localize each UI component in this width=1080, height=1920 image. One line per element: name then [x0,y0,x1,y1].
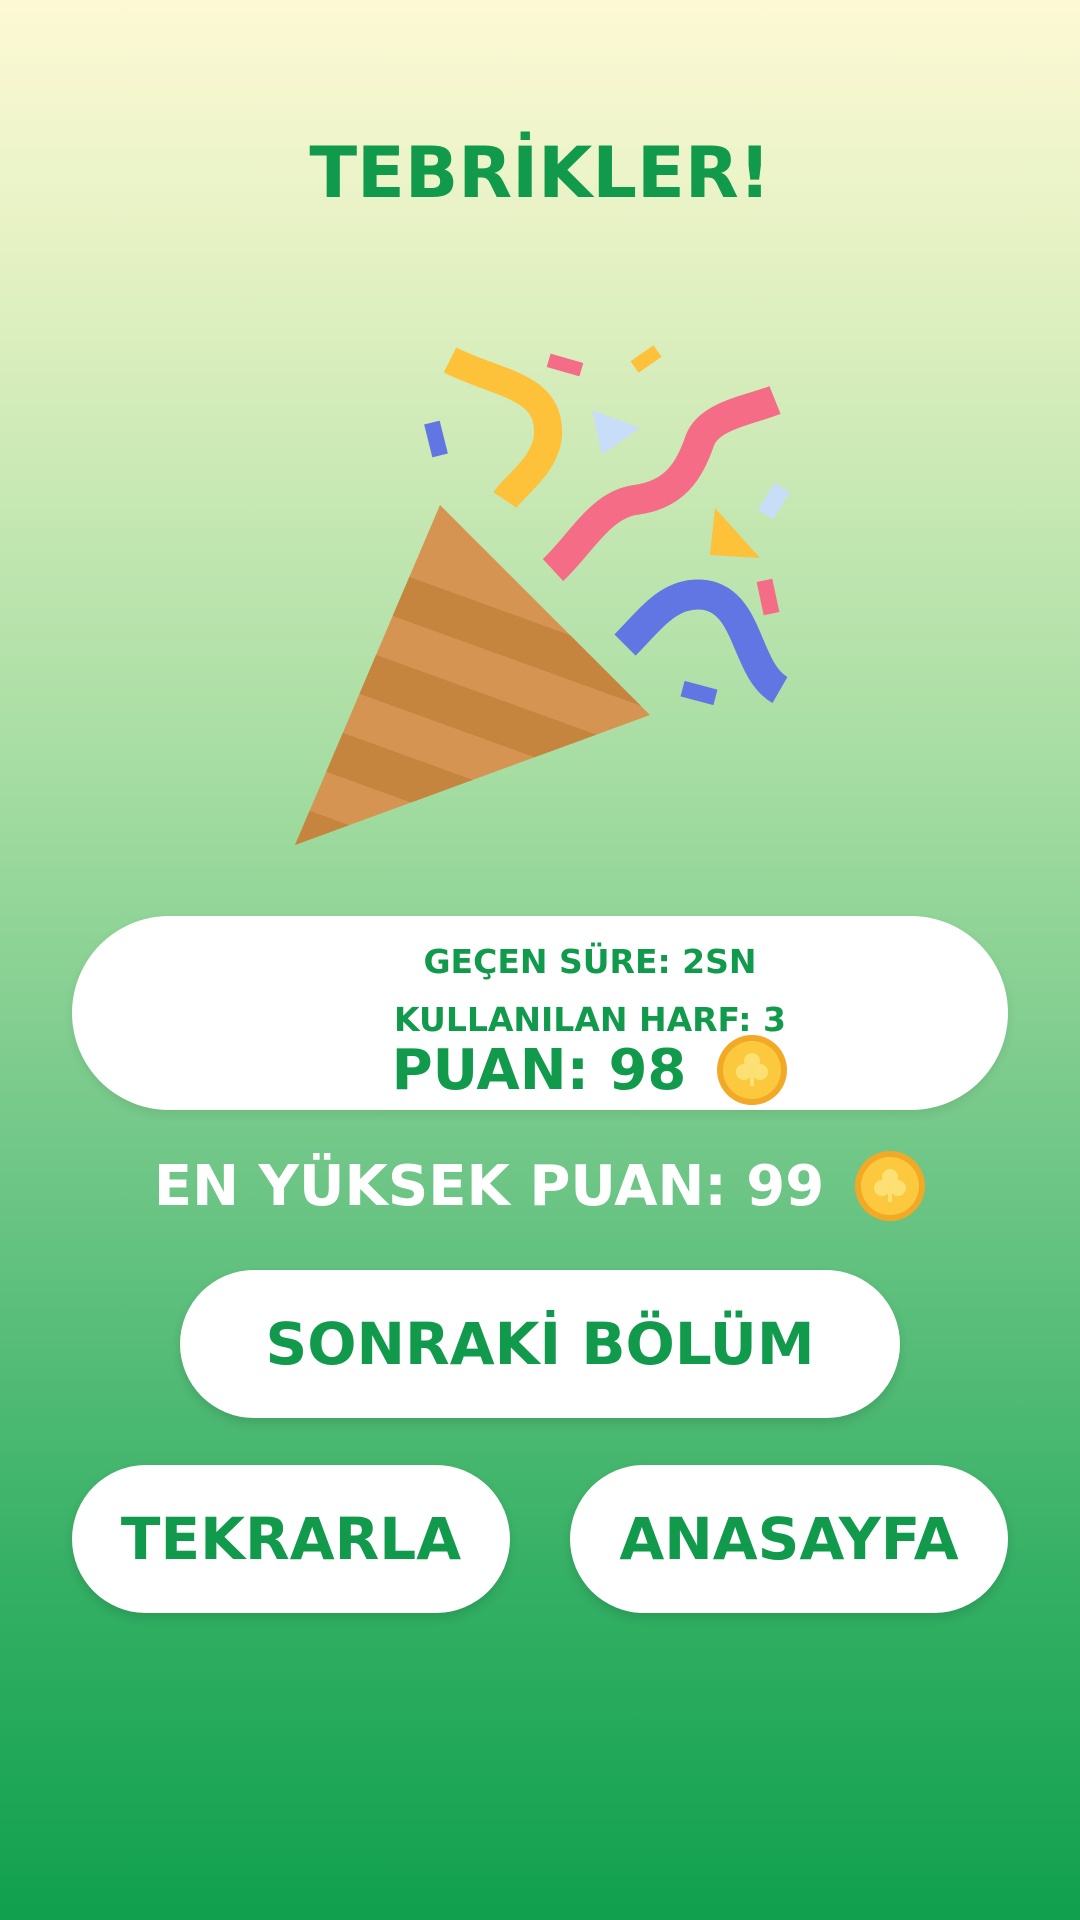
page-title: TEBRİKLER! [309,132,771,214]
high-score-row: EN YÜKSEK PUAN: 99 [0,1150,1080,1222]
score-row: PUAN: 98 [72,1034,1008,1106]
score-value: PUAN: 98 [391,1037,687,1103]
high-score: EN YÜKSEK PUAN: 99 [153,1153,825,1219]
party-popper-icon [295,345,791,845]
home-button[interactable]: ANASAYFA [570,1465,1008,1613]
retry-button[interactable]: TEKRARLA [72,1465,510,1613]
clover-coin-icon [855,1151,926,1221]
clover-coin-icon [717,1035,788,1105]
result-card: GEÇEN SÜRE: 2SN KULLANILAN HARF: 3 PUAN:… [72,916,1008,1110]
next-level-button[interactable]: SONRAKİ BÖLÜM [180,1270,900,1418]
elapsed-time: GEÇEN SÜRE: 2SN [423,942,757,981]
